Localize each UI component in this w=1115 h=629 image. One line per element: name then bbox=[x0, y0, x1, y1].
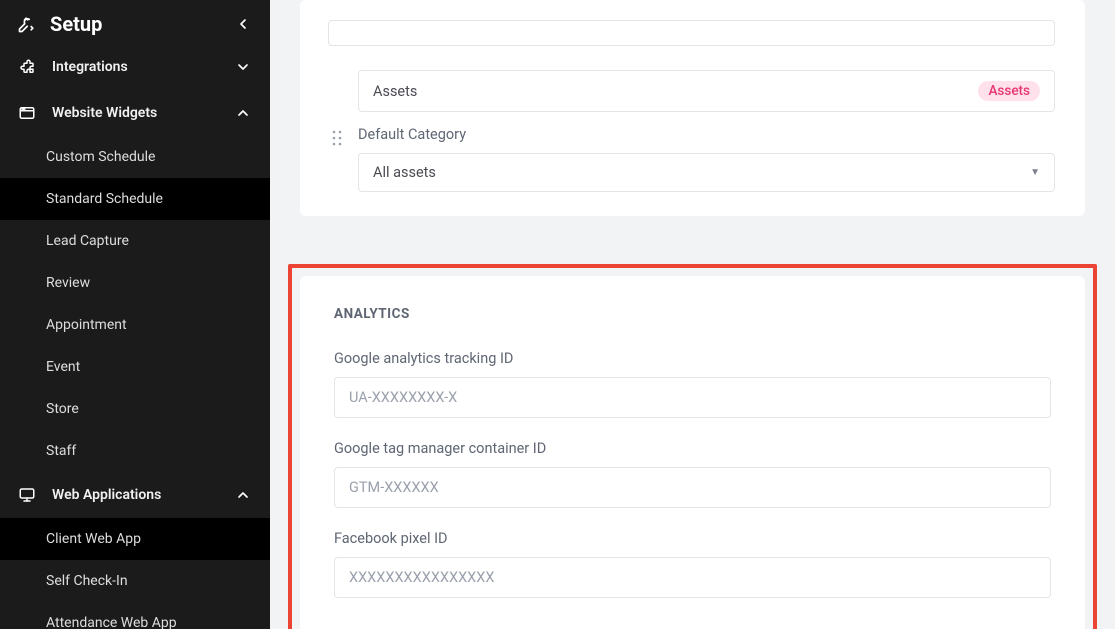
setup-icon bbox=[16, 13, 38, 35]
sidebar-item-lead-capture[interactable]: Lead Capture bbox=[0, 220, 270, 262]
drag-handle-icon[interactable] bbox=[330, 70, 344, 146]
config-card: Assets Assets Default Category All asset… bbox=[300, 0, 1085, 216]
prev-field-stub[interactable] bbox=[328, 20, 1055, 46]
sidebar-item-self-checkin[interactable]: Self Check-In bbox=[0, 560, 270, 602]
gtm-container-id-input[interactable] bbox=[334, 467, 1051, 508]
chevron-down-icon bbox=[232, 59, 254, 75]
sidebar-item-client-web-app[interactable]: Client Web App bbox=[0, 518, 270, 560]
assets-badge: Assets bbox=[978, 81, 1040, 101]
dropdown-triangle-icon: ▼ bbox=[1030, 167, 1040, 178]
setup-sidebar: Setup Integrations Website Widgets Custo… bbox=[0, 0, 270, 629]
sidebar-item-custom-schedule[interactable]: Custom Schedule bbox=[0, 136, 270, 178]
sidebar-section-website-widgets[interactable]: Website Widgets bbox=[0, 90, 270, 136]
default-category-value: All assets bbox=[373, 164, 1030, 181]
assets-tag-text: Assets bbox=[373, 83, 978, 100]
fb-field-group: Facebook pixel ID bbox=[334, 530, 1051, 598]
chevron-up-icon bbox=[232, 487, 254, 503]
sidebar-header[interactable]: Setup bbox=[0, 0, 270, 44]
assets-field-block: Assets Assets Default Category All asset… bbox=[300, 70, 1085, 192]
gtm-label: Google tag manager container ID bbox=[334, 440, 1051, 457]
sidebar-item-staff[interactable]: Staff bbox=[0, 430, 270, 472]
monitor-icon bbox=[16, 484, 38, 506]
default-category-select[interactable]: All assets ▼ bbox=[358, 153, 1055, 192]
sidebar-item-review[interactable]: Review bbox=[0, 262, 270, 304]
sidebar-item-label: Integrations bbox=[52, 59, 218, 75]
website-widgets-sublist: Custom Schedule Standard Schedule Lead C… bbox=[0, 136, 270, 472]
puzzle-icon bbox=[16, 56, 38, 78]
ga-tracking-id-input[interactable] bbox=[334, 377, 1051, 418]
fb-pixel-id-input[interactable] bbox=[334, 557, 1051, 598]
ga-field-group: Google analytics tracking ID bbox=[334, 350, 1051, 418]
sidebar-item-label: Web Applications bbox=[52, 487, 218, 503]
main-content: Assets Assets Default Category All asset… bbox=[270, 0, 1115, 629]
sidebar-item-attendance-web-app[interactable]: Attendance Web App bbox=[0, 602, 270, 629]
chevron-left-icon[interactable] bbox=[232, 16, 254, 32]
analytics-highlight: ANALYTICS Google analytics tracking ID G… bbox=[288, 264, 1097, 629]
default-category-label: Default Category bbox=[358, 126, 1055, 143]
chevron-up-icon bbox=[232, 105, 254, 121]
sidebar-item-label: Website Widgets bbox=[52, 105, 218, 121]
sidebar-section-integrations[interactable]: Integrations bbox=[0, 44, 270, 90]
sidebar-section-web-applications[interactable]: Web Applications bbox=[0, 472, 270, 518]
gtm-field-group: Google tag manager container ID bbox=[334, 440, 1051, 508]
sidebar-item-store[interactable]: Store bbox=[0, 388, 270, 430]
assets-tag-input[interactable]: Assets Assets bbox=[358, 70, 1055, 112]
analytics-title: ANALYTICS bbox=[334, 306, 1051, 322]
sidebar-item-event[interactable]: Event bbox=[0, 346, 270, 388]
analytics-card: ANALYTICS Google analytics tracking ID G… bbox=[300, 276, 1085, 629]
ga-label: Google analytics tracking ID bbox=[334, 350, 1051, 367]
fb-label: Facebook pixel ID bbox=[334, 530, 1051, 547]
sidebar-title: Setup bbox=[50, 12, 220, 36]
sidebar-item-standard-schedule[interactable]: Standard Schedule bbox=[0, 178, 270, 220]
browser-icon bbox=[16, 102, 38, 124]
sidebar-item-appointment[interactable]: Appointment bbox=[0, 304, 270, 346]
web-apps-sublist: Client Web App Self Check-In Attendance … bbox=[0, 518, 270, 629]
